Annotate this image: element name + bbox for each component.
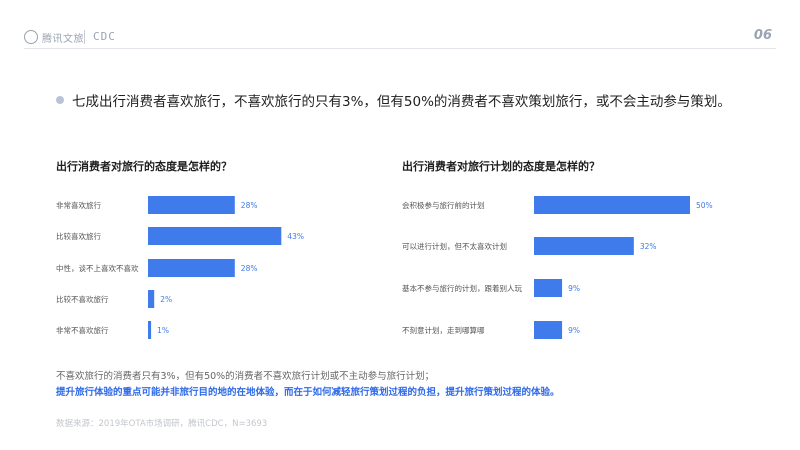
chart-2-value-label: 9% <box>568 326 580 335</box>
chart-2-category-label: 会积极参与旅行前的计划 <box>402 200 485 210</box>
chart-1-value-label: 2% <box>160 295 172 304</box>
chart-1-bar <box>148 259 235 277</box>
chart-1-bar <box>148 196 235 214</box>
chart-2-value-label: 50% <box>696 201 713 210</box>
chart-2-bar <box>534 237 634 255</box>
chart-1-bar <box>148 321 152 339</box>
chart-1-category-label: 非常不喜欢旅行 <box>56 325 109 335</box>
chart-1-category-label: 比较喜欢旅行 <box>56 231 101 241</box>
chart-1-category-label: 中性，谈不上喜欢不喜欢 <box>56 263 139 273</box>
chart-1-category-label: 比较不喜欢旅行 <box>56 294 109 304</box>
chart-1-bar <box>148 290 155 308</box>
chart-2-bar <box>534 321 563 339</box>
chart-1-value-label: 43% <box>287 232 304 241</box>
chart-2-bar <box>534 196 690 214</box>
chart-1-bar <box>148 227 282 245</box>
data-source: 数据来源：2019年OTA市场调研，腾讯CDC，N=3693 <box>56 419 268 429</box>
note-line-2: 提升旅行体验的重点可能并非旅行目的地的在地体验，而在于如何减轻旅行策划过程的负担… <box>56 387 560 398</box>
chart-2-category-label: 不刻意计划，走到哪算哪 <box>402 325 485 335</box>
charts-canvas: 非常喜欢旅行 28% 比较喜欢旅行 43% 中性，谈不上喜欢不喜欢 28% 比较不喜欢旅行 2… <box>56 196 713 339</box>
chart-1-value-label: 28% <box>241 264 258 273</box>
chart-2-bar <box>534 279 563 297</box>
chart-2-category-label: 基本不参与旅行的计划，跟着别人玩 <box>402 283 522 293</box>
chart-1-value-label: 1% <box>157 326 169 335</box>
chart-2-value-label: 9% <box>568 284 580 293</box>
note-line-1: 不喜欢旅行的消费者只有3%，但有50%的消费者不喜欢旅行计划或不主动参与旅行计划… <box>56 371 435 382</box>
chart-1-category-label: 非常喜欢旅行 <box>56 200 101 210</box>
chart-2-category-label: 可以进行计划，但不太喜欢计划 <box>402 241 507 251</box>
chart-1-value-label: 28% <box>241 201 258 210</box>
chart-2-value-label: 32% <box>640 242 657 251</box>
